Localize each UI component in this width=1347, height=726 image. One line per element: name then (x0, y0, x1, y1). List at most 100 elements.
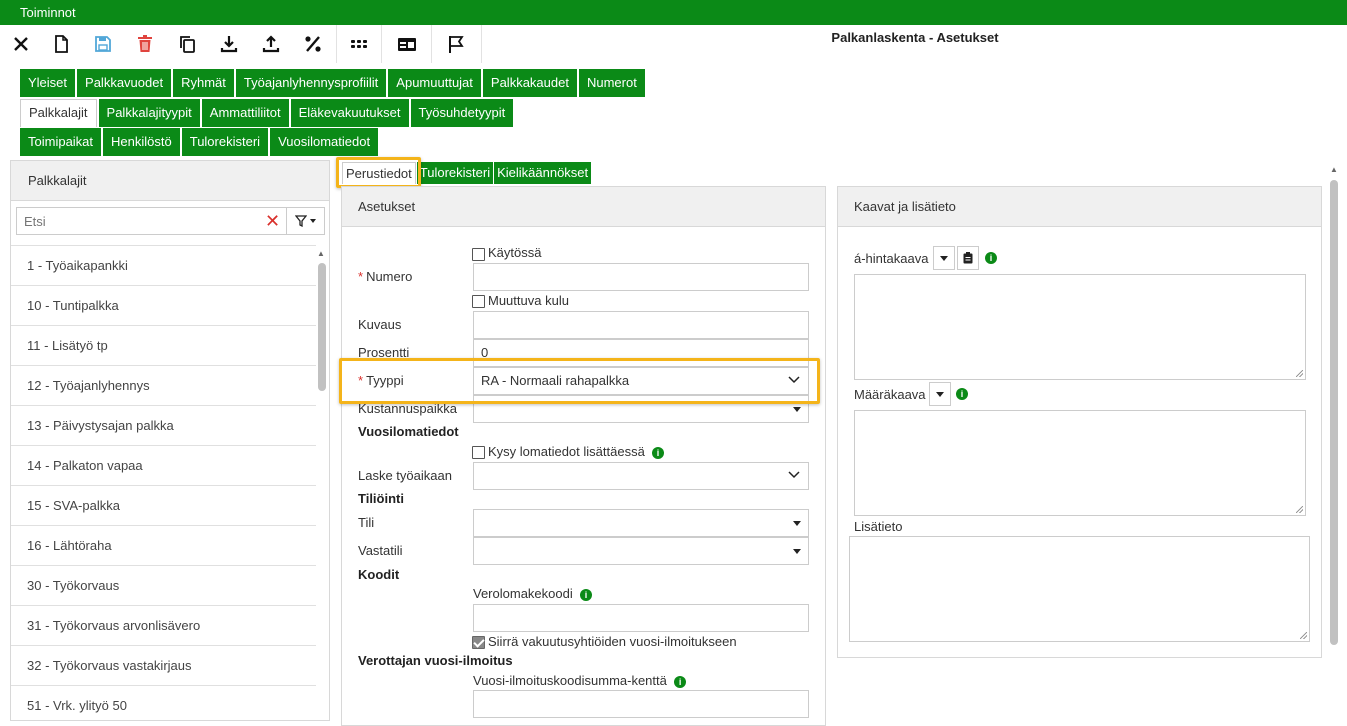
list-item[interactable]: 11 - Lisätyö tp (11, 325, 316, 365)
lisatieto-label: Lisätieto (854, 519, 903, 534)
tiliointi-heading: Tiliöinti (358, 491, 404, 506)
vastatili-label: Vastatili (358, 543, 403, 558)
kuvaus-label: Kuvaus (358, 317, 402, 332)
siirra-checkbox[interactable] (472, 636, 485, 649)
palkkalaji-list: 1 - Työaikapankki 10 - Tuntipalkka 11 - … (11, 245, 316, 720)
kaavat-panel: Kaavat ja lisätieto á-hintakaava i Määrä… (837, 186, 1322, 658)
numero-label: * Numero (358, 269, 413, 284)
save-icon[interactable] (83, 25, 123, 63)
tab-palkkalajityypit[interactable]: Palkkalajityypit (98, 99, 200, 127)
tab-elakevakuutukset[interactable]: Eläkevakuutukset (290, 99, 409, 127)
menu-bar[interactable]: Toiminnot (0, 0, 1347, 25)
tab-numerot[interactable]: Numerot (578, 69, 645, 97)
list-item[interactable]: 30 - Työkorvaus (11, 565, 316, 605)
search-input[interactable] (16, 207, 266, 235)
tab-vuosilomatiedot[interactable]: Vuosilomatiedot (270, 128, 379, 156)
tab-tulorekisteri-detail[interactable]: Tulorekisteri (416, 162, 494, 184)
kaytossa-checkbox[interactable] (472, 248, 485, 261)
lisatieto-textarea[interactable] (849, 536, 1310, 642)
copy-icon[interactable] (167, 25, 207, 63)
verottaja-heading: Verottajan vuosi-ilmoitus (358, 653, 513, 668)
numero-input[interactable] (473, 263, 809, 291)
scroll-up-arrow[interactable]: ▲ (1330, 165, 1338, 174)
laske-tyoaikaan-select[interactable] (473, 462, 809, 490)
info-icon: i (652, 446, 665, 459)
clipboard-icon[interactable] (957, 246, 979, 270)
page-title: Palkanlaskenta - Asetukset (831, 30, 999, 45)
info-icon: i (956, 388, 968, 400)
list-item[interactable]: 31 - Työkorvaus arvonlisävero (11, 605, 316, 645)
palkkalajit-panel: Palkkalajit ✕ 1 - Työaikapankki 10 - Tun… (10, 160, 330, 721)
list-scrollbar[interactable] (318, 263, 326, 391)
tab-toimipaikat[interactable]: Toimipaikat (20, 128, 102, 156)
percent-icon[interactable] (293, 25, 333, 63)
vuosi-ilmoitus-input[interactable] (473, 690, 809, 718)
info-icon: i (579, 588, 592, 601)
vuosi-ilmoitus-label: Vuosi-ilmoituskoodisumma-kenttä i (473, 673, 687, 688)
list-item[interactable]: 15 - SVA-palkka (11, 485, 316, 525)
koodit-heading: Koodit (358, 567, 400, 582)
tab-row-2: Palkkalajit Palkkalajityypit Ammattiliit… (20, 99, 515, 127)
a-hintakaava-label: á-hintakaava (854, 251, 929, 266)
kuvaus-input[interactable] (473, 311, 809, 339)
menu-title[interactable]: Toiminnot (20, 5, 76, 20)
list-item[interactable]: 51 - Vrk. ylityö 50 (11, 685, 316, 720)
panel-title: Palkkalajit (11, 161, 329, 201)
maarakaava-label: Määräkaava (854, 387, 926, 402)
list-item[interactable]: 13 - Päivystysajan palkka (11, 405, 316, 445)
filter-icon (295, 215, 307, 227)
tab-tulorekisteri[interactable]: Tulorekisteri (181, 128, 269, 156)
maarakaava-textarea[interactable] (854, 410, 1306, 516)
chevron-down-icon (788, 471, 800, 479)
upload-icon[interactable] (251, 25, 291, 63)
list-item[interactable]: 1 - Työaikapankki (11, 245, 316, 285)
kysy-lomatiedot-checkbox[interactable] (472, 446, 485, 459)
delete-icon[interactable] (125, 25, 165, 63)
maarakaava-dropdown[interactable] (929, 382, 951, 406)
muuttuva-kulu-label: Muuttuva kulu (488, 293, 569, 308)
kysy-lomatiedot-label: Kysy lomatiedot lisättäessä i (488, 444, 665, 459)
flag-icon[interactable] (436, 25, 476, 63)
panel-title: Asetukset (342, 187, 825, 227)
id-card-icon[interactable] (387, 25, 427, 63)
search-row: ✕ (16, 207, 326, 237)
list-item[interactable]: 10 - Tuntipalkka (11, 285, 316, 325)
tab-apumuuttujat[interactable]: Apumuuttujat (388, 69, 481, 97)
tab-palkkalajit[interactable]: Palkkalajit (20, 99, 97, 127)
tili-select[interactable] (473, 509, 809, 537)
tab-palkkavuodet[interactable]: Palkkavuodet (77, 69, 172, 97)
info-icon: i (985, 252, 997, 264)
clear-icon[interactable]: ✕ (259, 207, 287, 235)
chevron-down-icon (310, 219, 316, 223)
a-hintakaava-textarea[interactable] (854, 274, 1306, 380)
new-document-icon[interactable] (41, 25, 81, 63)
tab-yleiset[interactable]: Yleiset (20, 69, 76, 97)
kaytossa-label: Käytössä (488, 245, 542, 260)
vuosilomatiedot-heading: Vuosilomatiedot (358, 424, 459, 439)
tab-kielikaannokset[interactable]: Kielikäännökset (494, 162, 592, 184)
list-item[interactable]: 16 - Lähtöraha (11, 525, 316, 565)
apps-grid-icon[interactable] (339, 25, 379, 63)
tab-palkkakaudet[interactable]: Palkkakaudet (482, 69, 577, 97)
tab-tyosuhdetyypit[interactable]: Työsuhdetyypit (410, 99, 514, 127)
vastatili-select[interactable] (473, 537, 809, 565)
tab-tyoajanlyhennysprofiilit[interactable]: Työajanlyhennysprofiilit (235, 69, 387, 97)
scroll-up-arrow[interactable]: ▲ (317, 249, 325, 258)
muuttuva-kulu-checkbox[interactable] (472, 295, 485, 308)
tab-henkilosto[interactable]: Henkilöstö (103, 128, 180, 156)
tab-ammattiliitot[interactable]: Ammattiliitot (201, 99, 289, 127)
close-icon[interactable] (1, 25, 41, 63)
toolbar: Palkanlaskenta - Asetukset (0, 25, 1347, 63)
filter-button[interactable] (287, 207, 325, 235)
download-icon[interactable] (209, 25, 249, 63)
a-hintakaava-dropdown[interactable] (933, 246, 955, 270)
verolomakekoodi-input[interactable] (473, 604, 809, 632)
tab-ryhmat[interactable]: Ryhmät (173, 69, 234, 97)
main-scrollbar[interactable] (1330, 180, 1338, 645)
list-item[interactable]: 14 - Palkaton vapaa (11, 445, 316, 485)
list-item[interactable]: 32 - Työkorvaus vastakirjaus (11, 645, 316, 685)
dropdown-caret-icon (786, 510, 808, 536)
tili-label: Tili (358, 515, 375, 530)
list-item[interactable]: 12 - Työajanlyhennys (11, 365, 316, 405)
asetukset-panel: Asetukset Käytössä * Numero Muuttuva kulu… (341, 186, 826, 726)
